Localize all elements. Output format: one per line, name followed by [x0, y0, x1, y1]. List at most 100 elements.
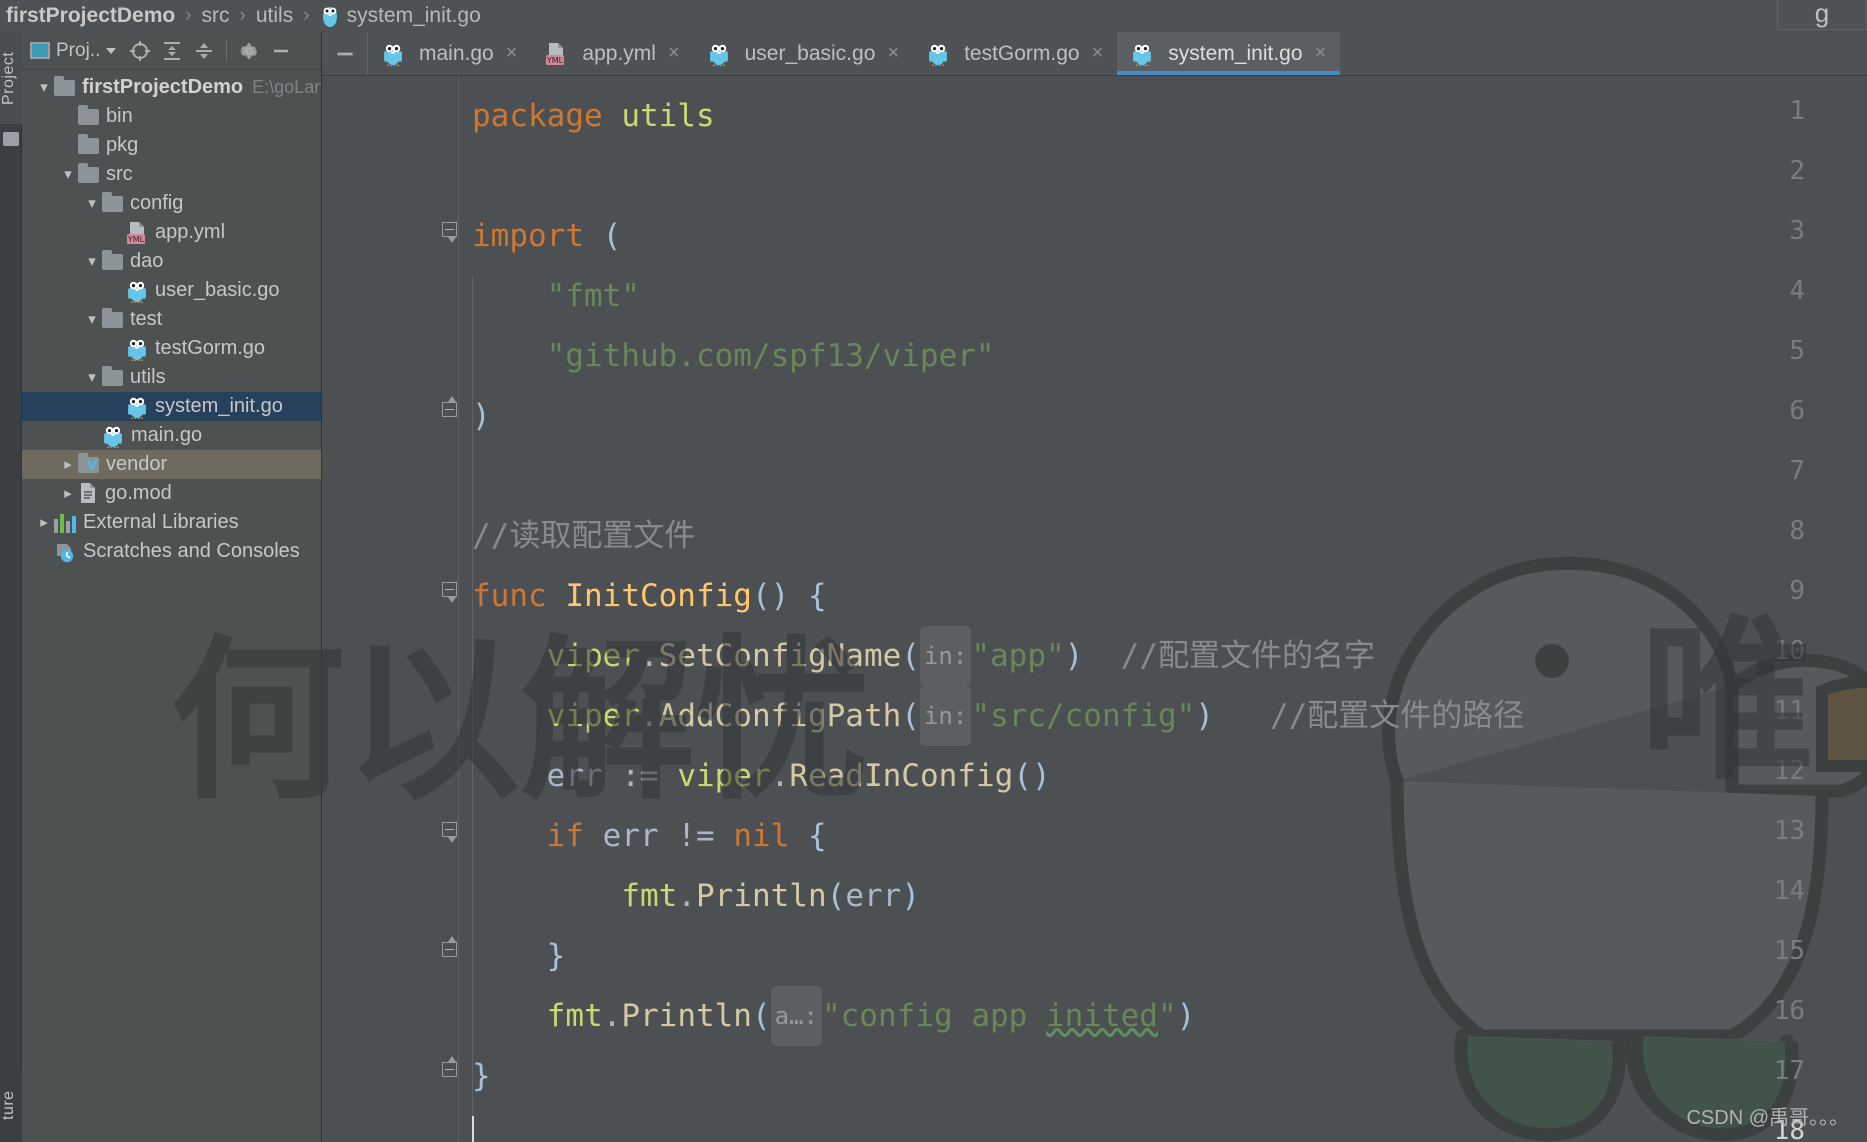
tree-item-external-libraries[interactable]: ▸ External Libraries	[22, 508, 321, 537]
code-token: utils	[621, 98, 715, 134]
close-icon[interactable]: ×	[887, 42, 899, 65]
chevron-down-icon[interactable]: ▾	[58, 167, 78, 182]
editor-tab-user-basic-go[interactable]: user_basic.go ×	[694, 32, 913, 75]
code-token: viper	[677, 758, 771, 794]
breadcrumb-item-utils[interactable]: utils	[256, 4, 293, 28]
editor-tab-system-init-go[interactable]: system_init.go ×	[1117, 32, 1341, 75]
settings-gear-icon[interactable]	[235, 37, 263, 65]
code-line: fmt.Println(err)	[472, 866, 920, 926]
tree-item-system-init-go[interactable]: system_init.go	[22, 392, 321, 421]
editor-tab-main-go[interactable]: main.go ×	[368, 32, 531, 75]
tree-item-firstprojectdemo[interactable]: ▾ firstProjectDemo E:\goLand	[22, 73, 321, 102]
code-token: Println	[621, 998, 752, 1034]
editor-gutter[interactable]	[322, 76, 458, 1142]
code-token: )	[1176, 998, 1196, 1034]
tree-item-pkg[interactable]: pkg	[22, 131, 321, 160]
editor-tab-testgorm-go[interactable]: testGorm.go ×	[913, 32, 1117, 75]
yml-file-icon: YML	[545, 42, 567, 66]
breadcrumb-item-src[interactable]: src	[202, 4, 230, 28]
tree-item-vendor[interactable]: ▸ vendor	[22, 450, 321, 479]
code-token: .	[770, 758, 790, 794]
code-token: err	[472, 758, 622, 794]
editor-tab-app-yml[interactable]: YML app.yml ×	[531, 32, 693, 75]
breadcrumb-label: utils	[255, 4, 294, 27]
tree-item-testgorm-go[interactable]: testGorm.go	[22, 334, 321, 363]
tree-item-utils[interactable]: ▾ utils	[22, 363, 321, 392]
folder-icon	[102, 365, 123, 386]
breadcrumb-separator: ›	[185, 5, 192, 26]
chevron-down-icon[interactable]: ▾	[82, 196, 102, 211]
collapse-all-icon[interactable]	[190, 37, 218, 65]
code-token: .	[639, 698, 659, 734]
breadcrumb-item-file[interactable]: system_init.go	[320, 4, 481, 28]
code-line: import (	[472, 206, 621, 266]
close-icon[interactable]: ×	[506, 42, 518, 65]
tree-item-scratches-and-consoles[interactable]: Scratches and Consoles	[22, 537, 321, 566]
code-token: fmt	[621, 878, 678, 914]
go-file-icon	[1131, 41, 1153, 67]
code-token: //读取配置文件	[472, 518, 696, 554]
tool-window-project-tab[interactable]: Project	[0, 32, 22, 124]
fold-end-icon[interactable]	[440, 1055, 458, 1078]
code-token: ReadInConfig	[789, 758, 1014, 794]
editor-tab-label: system_init.go	[1168, 41, 1303, 65]
tool-window-structure-tab[interactable]: ture	[0, 1068, 22, 1142]
chevron-down-icon[interactable]: ▾	[34, 80, 54, 95]
go-file-icon	[126, 278, 148, 304]
code-line: err := viper.ReadInConfig()	[472, 746, 1051, 806]
tree-item-user-basic-go[interactable]: user_basic.go	[22, 276, 321, 305]
code-token: :=	[621, 758, 678, 794]
editor-tab-label: main.go	[419, 41, 494, 65]
close-icon[interactable]: ×	[1315, 42, 1327, 65]
fold-start-icon[interactable]	[440, 820, 458, 843]
tree-item-go-mod[interactable]: ▸ go.mod	[22, 479, 321, 508]
fold-end-icon[interactable]	[440, 395, 458, 418]
breadcrumb-label: firstProjectDemo	[6, 4, 176, 27]
chevron-down-icon[interactable]: ▾	[82, 312, 102, 327]
tree-item-dao[interactable]: ▾ dao	[22, 247, 321, 276]
tree-item-src[interactable]: ▾ src	[22, 160, 321, 189]
code-token: (	[901, 698, 920, 734]
code-token: {	[807, 818, 827, 854]
close-icon[interactable]: ×	[1092, 42, 1104, 65]
tree-item-label: testGorm.go	[155, 337, 266, 359]
locate-icon[interactable]	[126, 37, 154, 65]
expand-all-icon[interactable]	[158, 37, 186, 65]
folder-icon	[78, 452, 99, 473]
folder-icon	[102, 249, 123, 270]
chevron-down-icon[interactable]: ▾	[82, 370, 102, 385]
tree-item-main-go[interactable]: main.go	[22, 421, 321, 450]
hide-panel-icon[interactable]	[267, 37, 295, 65]
code-editor[interactable]: 1 2 3 4 5 6 7 8 9 10 11 12 13 14 15 16 17 18 package util…	[322, 76, 1867, 1142]
tree-item-app-yml[interactable]: YML app.yml	[22, 218, 321, 247]
csdn-credit: CSDN @禹哥。。。	[1686, 1107, 1849, 1129]
parameter-hint: in:	[919, 685, 972, 746]
mod-file-icon	[78, 482, 98, 505]
breadcrumb-separator: ›	[239, 5, 246, 26]
chevron-down-icon[interactable]: ▾	[82, 254, 102, 269]
fold-start-icon[interactable]	[440, 220, 458, 243]
code-token: {	[807, 578, 827, 614]
chevron-right-icon[interactable]: ▸	[58, 457, 78, 472]
tree-item-test[interactable]: ▾ test	[22, 305, 321, 334]
tree-item-bin[interactable]: bin	[22, 102, 321, 131]
tree-item-config[interactable]: ▾ config	[22, 189, 321, 218]
code-text[interactable]: package utils import ( "fmt" "github.com/…	[472, 76, 1867, 1142]
go-file-icon	[382, 41, 404, 67]
text-caret	[472, 1116, 474, 1142]
breadcrumb-item-project[interactable]: firstProjectDemo	[6, 4, 175, 28]
top-right-control[interactable]: g	[1777, 0, 1867, 30]
fold-start-icon[interactable]	[440, 580, 458, 603]
fold-end-icon[interactable]	[440, 935, 458, 958]
external-libraries-icon	[54, 513, 76, 533]
code-line: fmt.Println(a…: "config app inited")	[472, 985, 1196, 1046]
project-view-selector[interactable]: Proj..	[30, 40, 117, 62]
code-line: if err != nil {	[472, 806, 827, 866]
folder-icon	[54, 75, 75, 96]
editor-hide-icon[interactable]	[322, 32, 368, 75]
chevron-right-icon[interactable]: ▸	[58, 486, 78, 501]
close-icon[interactable]: ×	[668, 42, 680, 65]
go-file-icon	[927, 41, 949, 67]
chevron-right-icon[interactable]: ▸	[34, 515, 54, 530]
